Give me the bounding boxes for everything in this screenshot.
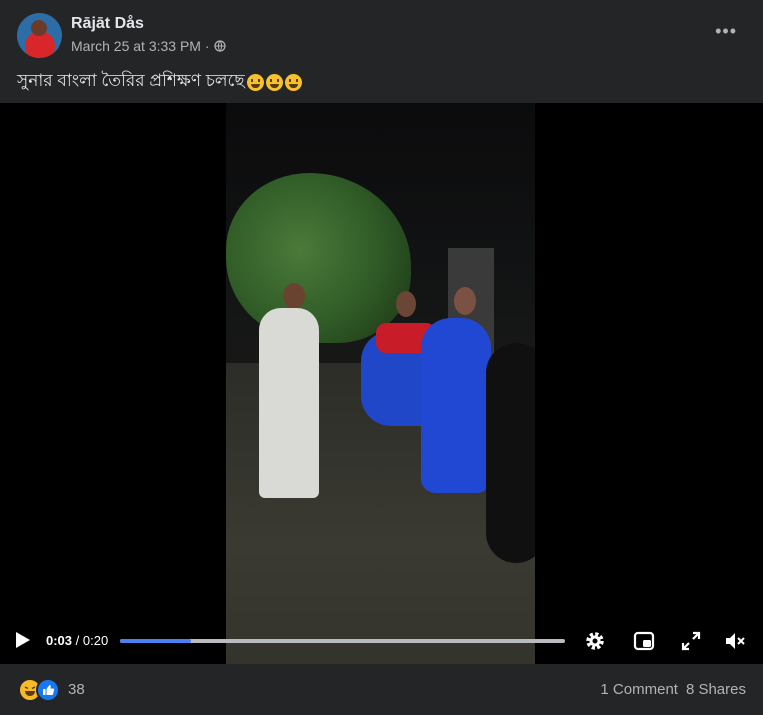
reactions[interactable] [18, 678, 60, 702]
video-person-head [454, 287, 476, 315]
settings-icon[interactable] [582, 628, 608, 654]
fullscreen-icon[interactable] [678, 628, 704, 654]
video-person-head [283, 283, 305, 309]
reaction-count[interactable]: 38 [68, 681, 85, 698]
post-stats: 1 Comment 8 Shares [600, 681, 746, 698]
progress-bar[interactable] [120, 639, 565, 643]
video-player[interactable]: 0:03 / 0:20 [0, 103, 763, 664]
grinning-face-emoji [284, 73, 302, 91]
duration: / 0:20 [75, 633, 109, 648]
like-reaction-icon [36, 678, 60, 702]
video-person-head [396, 291, 416, 317]
shares-count[interactable]: 8 Shares [686, 681, 746, 698]
avatar[interactable] [17, 13, 62, 58]
current-time: 0:03 [46, 633, 73, 648]
post-header: Rājāt Dås March 25 at 3:33 PM · ••• [0, 0, 763, 62]
comments-count[interactable]: 1 Comment [600, 681, 678, 698]
progress-fill [120, 639, 192, 643]
video-frame [226, 103, 535, 664]
post-meta: March 25 at 3:33 PM · [71, 38, 226, 54]
avatar-head [31, 20, 47, 36]
globe-icon [213, 40, 226, 52]
post-caption: সুনার বাংলা তৈরির প্রশিক্ষণ চলছে [17, 68, 302, 96]
video-person-dark [486, 343, 535, 563]
post-date[interactable]: March 25 at 3:33 PM · [71, 38, 210, 54]
play-icon[interactable] [16, 632, 30, 648]
caption-text: সুনার বাংলা তৈরির প্রশিক্ষণ চলছে [17, 71, 245, 90]
facebook-post: Rājāt Dås March 25 at 3:33 PM · ••• সুনা… [0, 0, 763, 715]
grinning-face-emoji [246, 73, 264, 91]
video-person-white [259, 308, 319, 498]
video-controls: 0:03 / 0:20 [0, 620, 763, 664]
video-person-blue [421, 318, 491, 493]
picture-in-picture-icon[interactable] [631, 628, 657, 654]
video-tree [226, 173, 411, 343]
post-footer: 38 1 Comment 8 Shares [0, 664, 763, 715]
author-name[interactable]: Rājāt Dås [71, 15, 144, 33]
video-time: 0:03 / 0:20 [46, 633, 108, 648]
grinning-face-emoji [265, 73, 283, 91]
muted-volume-icon[interactable] [722, 628, 748, 654]
more-options-icon[interactable]: ••• [715, 21, 737, 42]
